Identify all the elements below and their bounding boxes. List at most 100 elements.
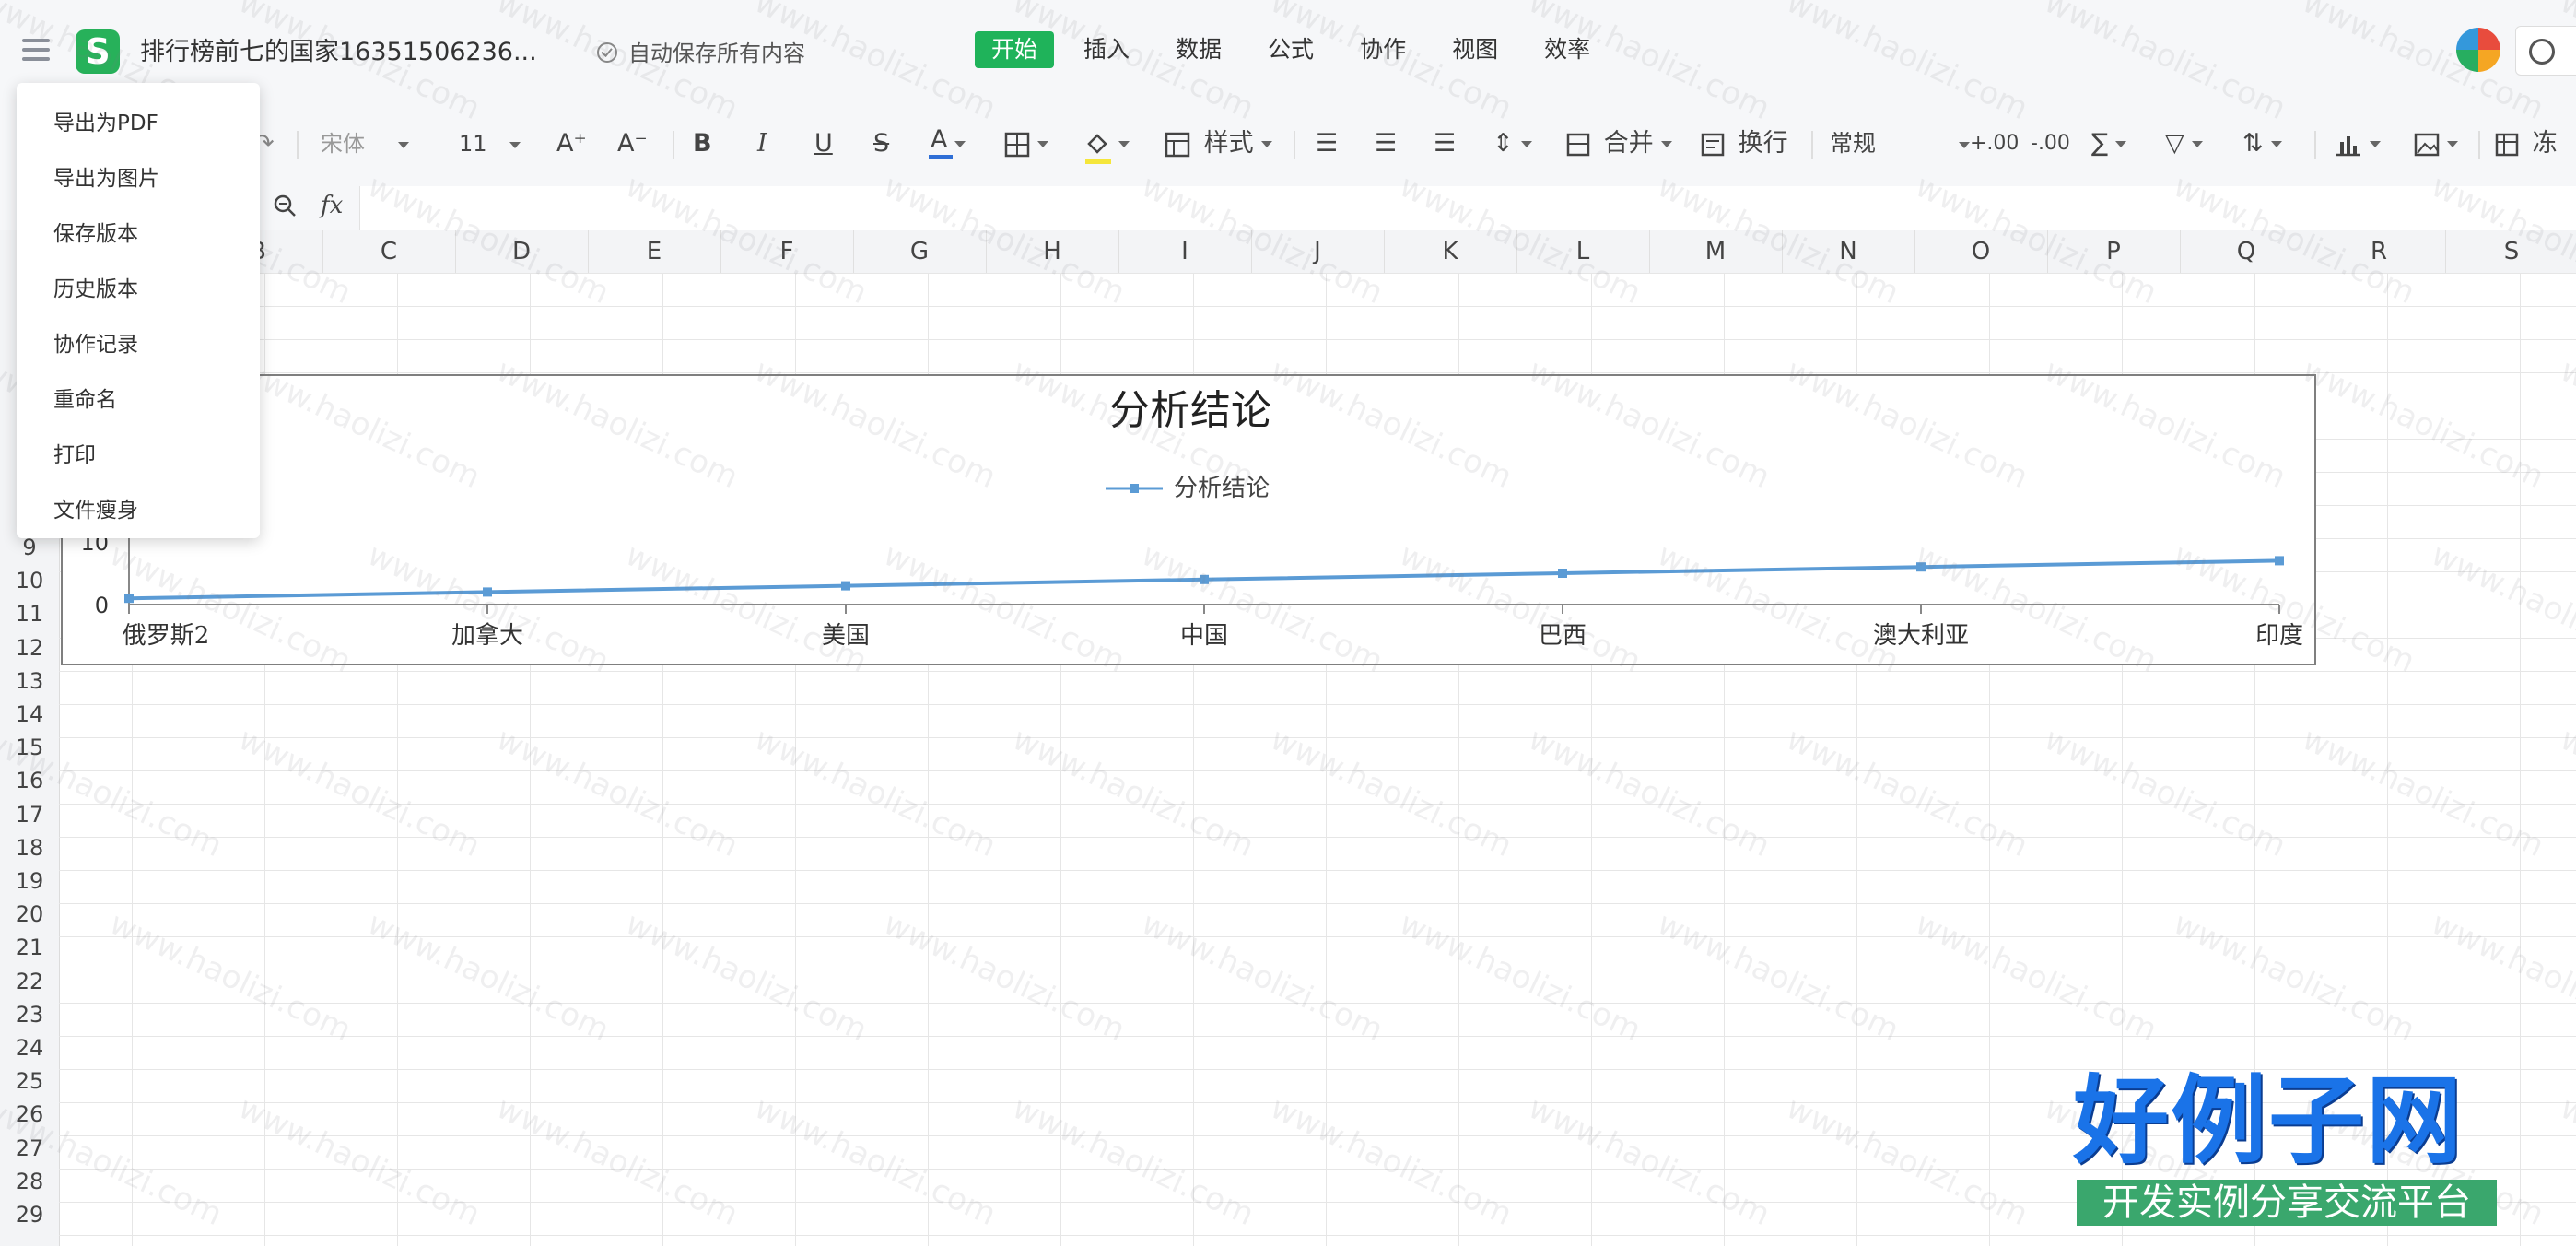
align-right-icon[interactable]: ☰: [1434, 101, 1456, 186]
user-avatar[interactable]: [2456, 28, 2500, 72]
column-header-c[interactable]: C: [322, 230, 456, 273]
image-button[interactable]: [2414, 101, 2458, 186]
column-header-d[interactable]: D: [455, 230, 589, 273]
number-format-select[interactable]: 常规: [1830, 101, 1971, 186]
font-name-select[interactable]: 宋体: [321, 101, 409, 186]
decimal-decrease-icon[interactable]: -.00: [2031, 101, 2070, 186]
column-header-r[interactable]: R: [2313, 230, 2446, 273]
wrap-text-label: 换行: [1738, 129, 1788, 158]
autosave-text: 自动保存所有内容: [628, 41, 805, 66]
strikethrough-button[interactable]: S: [873, 101, 889, 186]
paint-bucket-icon: [1087, 133, 1107, 154]
formula-bar: fx: [0, 186, 2576, 230]
menu-item-6[interactable]: 打印: [53, 437, 96, 468]
filter-icon: ▽: [2165, 129, 2184, 158]
vertical-align-button[interactable]: ⇕: [1493, 101, 1532, 186]
row-header-15[interactable]: 15: [0, 731, 59, 764]
freeze-button[interactable]: 冻: [2495, 101, 2558, 186]
row-header-26[interactable]: 26: [0, 1098, 59, 1131]
row-header-24[interactable]: 24: [0, 1031, 59, 1064]
font-name-value: 宋体: [321, 131, 365, 157]
sum-button[interactable]: ∑: [2091, 101, 2127, 186]
formatting-toolbar: ↷ 宋体 11 A⁺ A⁻ B I U S A 样式 ☰ ☰ ☰ ⇕ 合并 换行…: [0, 101, 2576, 186]
chart-button[interactable]: [2335, 101, 2381, 186]
menu-item-4[interactable]: 协作记录: [53, 326, 138, 358]
line-chart[interactable]: 分析结论 分析结论 0 10 俄罗斯2 加拿大 美国 中国 巴西 澳大利亚 印度: [61, 374, 2316, 665]
column-header-h[interactable]: H: [986, 230, 1119, 273]
merge-button[interactable]: 合并: [1566, 101, 1672, 186]
tab-0[interactable]: 开始: [975, 31, 1055, 68]
menu-item-1[interactable]: 导出为图片: [53, 160, 159, 192]
row-header-22[interactable]: 22: [0, 965, 59, 998]
tab-2[interactable]: 数据: [1159, 31, 1238, 68]
tab-1[interactable]: 插入: [1067, 31, 1146, 68]
row-header-23[interactable]: 23: [0, 998, 59, 1031]
decimal-increase-icon[interactable]: +.00: [1970, 101, 2019, 186]
wrap-text-button[interactable]: 换行: [1701, 101, 1788, 186]
menu-item-7[interactable]: 文件瘦身: [53, 492, 138, 523]
x-tick-label: 中国: [1180, 622, 1228, 650]
sort-button[interactable]: ⇅: [2242, 101, 2282, 186]
row-header-11[interactable]: 11: [0, 597, 59, 630]
italic-button[interactable]: I: [757, 101, 767, 186]
decrease-font-button[interactable]: A⁻: [617, 101, 648, 186]
tab-3[interactable]: 公式: [1251, 31, 1330, 68]
hamburger-menu-icon[interactable]: [18, 33, 55, 66]
column-header-p[interactable]: P: [2047, 230, 2181, 273]
border-button[interactable]: [1004, 101, 1048, 186]
tab-6[interactable]: 效率: [1528, 31, 1607, 68]
filter-button[interactable]: ▽: [2165, 101, 2203, 186]
column-header-k[interactable]: K: [1384, 230, 1517, 273]
row-header-29[interactable]: 29: [0, 1198, 59, 1231]
column-header-m[interactable]: M: [1649, 230, 1783, 273]
tab-5[interactable]: 视图: [1435, 31, 1515, 68]
menu-item-5[interactable]: 重命名: [53, 382, 117, 413]
align-left-icon[interactable]: ☰: [1316, 101, 1338, 186]
history-clock-icon[interactable]: [2515, 26, 2576, 76]
row-header-12[interactable]: 12: [0, 631, 59, 664]
row-header-17[interactable]: 17: [0, 798, 59, 831]
column-header-s[interactable]: S: [2445, 230, 2576, 273]
freeze-label: 冻: [2532, 129, 2558, 158]
fill-color-button[interactable]: [1083, 101, 1130, 186]
document-title[interactable]: 排行榜前七的国家16351506236...: [140, 31, 537, 67]
column-header-j[interactable]: J: [1251, 230, 1385, 273]
menu-item-2[interactable]: 保存版本: [53, 216, 138, 247]
row-header-14[interactable]: 14: [0, 698, 59, 731]
row-header-20[interactable]: 20: [0, 898, 59, 931]
column-header-o[interactable]: O: [1914, 230, 2048, 273]
menu-item-0[interactable]: 导出为PDF: [53, 105, 158, 136]
x-tick-label: 澳大利亚: [1873, 622, 1969, 650]
tab-4[interactable]: 协作: [1343, 31, 1423, 68]
row-header-10[interactable]: 10: [0, 564, 59, 597]
font-size-select[interactable]: 11: [459, 101, 521, 186]
toolbar-divider: [2478, 131, 2480, 159]
formula-input[interactable]: [359, 186, 2576, 230]
align-center-icon[interactable]: ☰: [1375, 101, 1397, 186]
row-header-19[interactable]: 19: [0, 864, 59, 898]
font-color-button[interactable]: A: [929, 101, 966, 186]
row-header-27[interactable]: 27: [0, 1132, 59, 1165]
font-color-bar: [929, 155, 953, 159]
column-header-e[interactable]: E: [588, 230, 721, 273]
row-header-25[interactable]: 25: [0, 1064, 59, 1098]
row-header-28[interactable]: 28: [0, 1165, 59, 1198]
style-button[interactable]: 样式: [1165, 101, 1272, 186]
row-header-18[interactable]: 18: [0, 831, 59, 864]
column-header-i[interactable]: I: [1118, 230, 1252, 273]
row-header-16[interactable]: 16: [0, 764, 59, 797]
column-header-g[interactable]: G: [853, 230, 987, 273]
row-header-21[interactable]: 21: [0, 931, 59, 964]
increase-font-button[interactable]: A⁺: [556, 101, 587, 186]
column-header-n[interactable]: N: [1782, 230, 1915, 273]
row-header-13[interactable]: 13: [0, 664, 59, 698]
underline-button[interactable]: U: [814, 101, 833, 186]
function-fx-icon[interactable]: fx: [321, 192, 343, 219]
menu-item-3[interactable]: 历史版本: [53, 271, 138, 302]
column-header-l[interactable]: L: [1516, 230, 1650, 273]
column-header-q[interactable]: Q: [2180, 230, 2313, 273]
column-header-f[interactable]: F: [720, 230, 854, 273]
zoom-out-icon[interactable]: [273, 194, 297, 217]
bold-button[interactable]: B: [693, 101, 712, 186]
x-tick-label: 印度: [2255, 622, 2303, 650]
